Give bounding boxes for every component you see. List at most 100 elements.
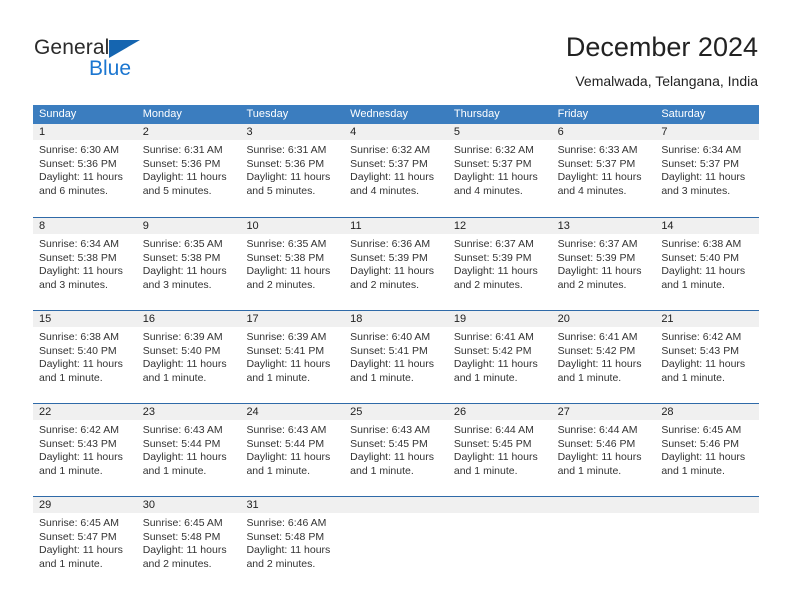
calendar-day-cell[interactable]: 26 Sunrise: 6:44 AM Sunset: 5:45 PM Dayligh… xyxy=(447,404,552,496)
day-number: 30 xyxy=(136,497,241,513)
day-info-line: Sunrise: 6:37 AM xyxy=(557,238,638,250)
day-sun-info: Sunrise: 6:41 AM Sunset: 5:42 PM Daylight:… xyxy=(448,327,552,385)
day-sun-info: Sunrise: 6:30 AM Sunset: 5:36 PM Daylight:… xyxy=(33,140,137,198)
day-info-line: Daylight: 11 hours xyxy=(453,171,538,183)
day-info-line: Sunset: 5:37 PM xyxy=(350,157,428,170)
day-sun-info: Sunrise: 6:43 AM Sunset: 5:44 PM Daylight:… xyxy=(137,420,241,478)
day-info-line: and 4 minutes. xyxy=(557,184,627,197)
day-info-line: Sunrise: 6:43 AM xyxy=(350,424,431,436)
calendar-day-cell[interactable]: 12 Sunrise: 6:37 AM Sunset: 5:39 PM Dayligh… xyxy=(447,218,552,310)
day-info-line: and 3 minutes. xyxy=(142,278,212,291)
day-info-line: and 1 minute. xyxy=(350,371,414,384)
calendar-week-row: 15 Sunrise: 6:38 AM Sunset: 5:40 PM Dayligh… xyxy=(33,310,760,403)
day-info-line: Sunrise: 6:46 AM xyxy=(246,517,327,529)
calendar-day-cell[interactable]: 8 Sunrise: 6:34 AM Sunset: 5:38 PM Daylight… xyxy=(33,218,137,310)
calendar-week-row: 22 Sunrise: 6:42 AM Sunset: 5:43 PM Dayligh… xyxy=(33,403,760,496)
day-info-line: and 2 minutes. xyxy=(246,557,316,570)
calendar-day-cell[interactable]: 2 Sunrise: 6:31 AM Sunset: 5:36 PM Daylight… xyxy=(136,124,241,217)
general-blue-logo[interactable]: General Blue xyxy=(34,36,214,86)
day-info-line: and 1 minute. xyxy=(661,371,725,384)
day-info-line: Daylight: 11 hours xyxy=(142,544,227,556)
day-info-line: Daylight: 11 hours xyxy=(661,171,746,183)
day-sun-info: Sunrise: 6:32 AM Sunset: 5:37 PM Daylight:… xyxy=(344,140,448,198)
day-info-line: Sunset: 5:37 PM xyxy=(661,157,739,170)
day-sun-info: Sunrise: 6:45 AM Sunset: 5:48 PM Daylight:… xyxy=(137,513,241,571)
day-info-line: Sunset: 5:48 PM xyxy=(246,530,325,543)
calendar-day-cell[interactable]: 14 Sunrise: 6:38 AM Sunset: 5:40 PM Dayligh… xyxy=(655,218,760,310)
day-sun-info: Sunrise: 6:32 AM Sunset: 5:37 PM Daylight:… xyxy=(448,140,552,198)
calendar-day-cell[interactable]: 5 Sunrise: 6:32 AM Sunset: 5:37 PM Daylight… xyxy=(447,124,552,217)
day-info-line: and 3 minutes. xyxy=(39,278,108,291)
calendar-day-cell-empty xyxy=(551,497,656,589)
day-info-line: and 1 minute. xyxy=(557,464,622,477)
day-info-line: Sunrise: 6:42 AM xyxy=(39,424,119,436)
day-info-line: and 3 minutes. xyxy=(661,184,731,197)
calendar-day-cell[interactable]: 1 Sunrise: 6:30 AM Sunset: 5:36 PM Daylight… xyxy=(33,124,137,217)
calendar-day-cell[interactable]: 30 Sunrise: 6:45 AM Sunset: 5:48 PM Dayligh… xyxy=(136,497,241,589)
weekday-header-friday: Friday xyxy=(557,108,589,120)
day-info-line: Sunset: 5:40 PM xyxy=(39,344,117,357)
calendar-day-cell[interactable]: 7 Sunrise: 6:34 AM Sunset: 5:37 PM Daylight… xyxy=(655,124,760,217)
calendar-day-cell[interactable]: 6 Sunrise: 6:33 AM Sunset: 5:37 PM Daylight… xyxy=(551,124,656,217)
day-sun-info: Sunrise: 6:42 AM Sunset: 5:43 PM Daylight:… xyxy=(33,420,137,478)
calendar-day-cell-empty xyxy=(344,497,448,589)
day-sun-info: Sunrise: 6:45 AM Sunset: 5:47 PM Daylight:… xyxy=(33,513,137,571)
calendar-day-cell[interactable]: 25 Sunrise: 6:43 AM Sunset: 5:45 PM Dayligh… xyxy=(344,404,448,496)
day-info-line: Sunrise: 6:37 AM xyxy=(453,238,534,250)
day-number: 29 xyxy=(33,497,137,513)
calendar-day-cell[interactable]: 22 Sunrise: 6:42 AM Sunset: 5:43 PM Dayligh… xyxy=(33,404,137,496)
day-info-line: Sunset: 5:39 PM xyxy=(350,251,428,264)
day-number: 4 xyxy=(344,124,448,140)
day-info-line: and 2 minutes. xyxy=(350,278,420,291)
calendar-day-cell[interactable]: 16 Sunrise: 6:39 AM Sunset: 5:40 PM Dayligh… xyxy=(136,311,241,403)
day-number: 27 xyxy=(551,404,656,420)
day-info-line: Daylight: 11 hours xyxy=(246,451,331,463)
weekday-header-saturday: Saturday xyxy=(661,108,706,120)
calendar-day-cell[interactable]: 27 Sunrise: 6:44 AM Sunset: 5:46 PM Dayligh… xyxy=(551,404,656,496)
day-info-line: Daylight: 11 hours xyxy=(557,451,642,463)
calendar-day-cell[interactable]: 10 Sunrise: 6:35 AM Sunset: 5:38 PM Dayligh… xyxy=(240,218,345,310)
day-sun-info: Sunrise: 6:38 AM Sunset: 5:40 PM Daylight:… xyxy=(655,234,759,292)
calendar-day-cell[interactable]: 9 Sunrise: 6:35 AM Sunset: 5:38 PM Daylight… xyxy=(136,218,241,310)
day-info-line: Sunset: 5:42 PM xyxy=(557,344,636,357)
day-info-line: Sunrise: 6:32 AM xyxy=(453,144,534,156)
calendar-day-cell[interactable]: 3 Sunrise: 6:31 AM Sunset: 5:36 PM Daylight… xyxy=(240,124,345,217)
calendar-day-cell[interactable]: 19 Sunrise: 6:41 AM Sunset: 5:42 PM Dayligh… xyxy=(447,311,552,403)
day-info-line: Sunset: 5:48 PM xyxy=(142,530,221,543)
day-number: 15 xyxy=(33,311,137,327)
page-title: December 2024 xyxy=(565,32,758,62)
day-number: 11 xyxy=(344,218,448,234)
day-info-line: Sunrise: 6:34 AM xyxy=(39,238,119,250)
calendar-day-cell[interactable]: 11 Sunrise: 6:36 AM Sunset: 5:39 PM Dayligh… xyxy=(344,218,448,310)
day-info-line: Daylight: 11 hours xyxy=(246,171,331,183)
day-info-line: Daylight: 11 hours xyxy=(557,358,642,370)
calendar-day-cell[interactable]: 21 Sunrise: 6:42 AM Sunset: 5:43 PM Dayligh… xyxy=(655,311,760,403)
calendar-week-row: 29 Sunrise: 6:45 AM Sunset: 5:47 PM Dayligh… xyxy=(33,496,760,589)
day-sun-info: Sunrise: 6:39 AM Sunset: 5:41 PM Daylight:… xyxy=(240,327,344,385)
calendar-day-cell[interactable]: 17 Sunrise: 6:39 AM Sunset: 5:41 PM Dayligh… xyxy=(240,311,345,403)
day-info-line: Daylight: 11 hours xyxy=(453,358,538,370)
day-info-line: Sunset: 5:36 PM xyxy=(39,157,117,170)
day-sun-info: Sunrise: 6:37 AM Sunset: 5:39 PM Daylight:… xyxy=(448,234,552,292)
calendar-day-cell-empty xyxy=(447,497,552,589)
calendar-day-cell[interactable]: 24 Sunrise: 6:43 AM Sunset: 5:44 PM Dayligh… xyxy=(240,404,345,496)
day-info-line: Daylight: 11 hours xyxy=(350,358,435,370)
weekday-header-monday: Monday xyxy=(142,108,182,120)
day-info-line: Daylight: 11 hours xyxy=(453,451,538,463)
calendar-day-cell[interactable]: 13 Sunrise: 6:37 AM Sunset: 5:39 PM Dayligh… xyxy=(551,218,656,310)
calendar-day-cell[interactable]: 15 Sunrise: 6:38 AM Sunset: 5:40 PM Dayligh… xyxy=(33,311,137,403)
calendar-day-cell[interactable]: 31 Sunrise: 6:46 AM Sunset: 5:48 PM Dayligh… xyxy=(240,497,345,589)
calendar-day-cell[interactable]: 29 Sunrise: 6:45 AM Sunset: 5:47 PM Dayligh… xyxy=(33,497,137,589)
calendar-day-cell[interactable]: 28 Sunrise: 6:45 AM Sunset: 5:46 PM Dayligh… xyxy=(655,404,760,496)
day-info-line: and 1 minute. xyxy=(39,557,103,570)
calendar-day-cell[interactable]: 23 Sunrise: 6:43 AM Sunset: 5:44 PM Dayligh… xyxy=(136,404,241,496)
day-info-line: Daylight: 11 hours xyxy=(142,171,227,183)
calendar-day-cell[interactable]: 4 Sunrise: 6:32 AM Sunset: 5:37 PM Daylight… xyxy=(344,124,448,217)
day-sun-info: Sunrise: 6:36 AM Sunset: 5:39 PM Daylight:… xyxy=(344,234,448,292)
day-info-line: Sunset: 5:45 PM xyxy=(350,437,428,450)
calendar-day-cell[interactable]: 18 Sunrise: 6:40 AM Sunset: 5:41 PM Dayligh… xyxy=(344,311,448,403)
day-info-line: and 1 minute. xyxy=(661,464,725,477)
calendar-weeks: 1 Sunrise: 6:30 AM Sunset: 5:36 PM Daylight… xyxy=(33,124,760,589)
calendar-day-cell[interactable]: 20 Sunrise: 6:41 AM Sunset: 5:42 PM Dayligh… xyxy=(551,311,656,403)
day-info-line: Sunrise: 6:38 AM xyxy=(661,238,742,250)
